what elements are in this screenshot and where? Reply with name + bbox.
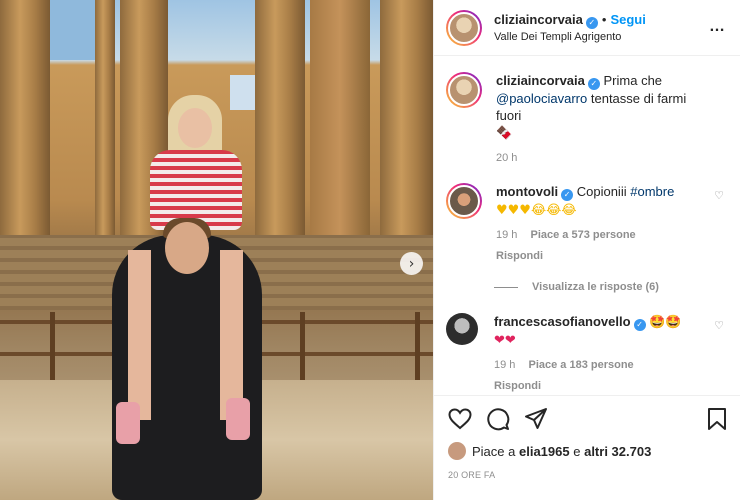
- person-face: [178, 108, 212, 148]
- next-photo-button[interactable]: ›: [400, 252, 423, 275]
- photo-sky-gap: [230, 75, 258, 110]
- like-comment-heart-icon[interactable]: ♡: [714, 189, 724, 202]
- caption: cliziaincorvaia ✓ Prima che @paolociavarr…: [446, 72, 728, 167]
- post-header: cliziaincorvaia ✓ • Segui Valle Dei Templi …: [434, 0, 740, 56]
- caption-username[interactable]: cliziaincorvaia: [496, 73, 585, 88]
- likes-prefix: Piace a: [472, 443, 516, 459]
- liker-username[interactable]: elia1965: [519, 444, 570, 459]
- separator-dot: •: [601, 12, 607, 27]
- likes-summary[interactable]: Piace a elia1965 e altri 32.703: [448, 442, 727, 460]
- temple-column: [255, 0, 305, 245]
- photo-sky: [50, 0, 95, 60]
- comment-username[interactable]: francescasofianovello: [494, 314, 631, 329]
- follow-button[interactable]: Segui: [610, 12, 645, 27]
- verified-badge-icon: ✓: [561, 189, 574, 201]
- more-options-icon[interactable]: …: [709, 18, 726, 36]
- person-legs: [128, 250, 243, 420]
- red-heart-emoji-icon: ❤❤: [494, 333, 516, 348]
- caption-time: 20 h: [496, 152, 518, 164]
- post-actions: Piace a elia1965 e altri 32.703 20 ORE F…: [434, 395, 740, 488]
- reply-button[interactable]: Rispondi: [496, 248, 696, 265]
- share-paper-plane-icon[interactable]: [524, 407, 548, 431]
- verified-badge-icon: ✓: [633, 319, 646, 331]
- show-replies-label: Visualizza le risposte (6): [532, 281, 659, 293]
- likes-middle: e: [573, 443, 581, 459]
- temple-column: [95, 0, 115, 245]
- author-username[interactable]: cliziaincorvaia: [494, 12, 583, 27]
- comment: francescasofianovello ✓ 🤩🤩 ❤❤ 19 h Piace …: [446, 313, 728, 395]
- like-comment-heart-icon[interactable]: ♡: [714, 319, 724, 332]
- pink-shoe: [116, 402, 140, 444]
- person-face-2: [165, 222, 209, 274]
- comment-hashtag[interactable]: #ombre: [630, 184, 674, 199]
- post-location[interactable]: Valle Dei Templi Agrigento: [494, 31, 646, 43]
- replies-line: [494, 286, 518, 288]
- chevron-right-icon: ›: [408, 255, 415, 272]
- caption-mention[interactable]: @paolociavarro: [496, 91, 587, 106]
- temple-column: [0, 0, 50, 245]
- temple-column: [380, 0, 433, 245]
- reply-button[interactable]: Rispondi: [494, 378, 694, 395]
- commenter-avatar[interactable]: [446, 183, 482, 219]
- comment-emojis: ♥♥♥😂😂😂: [496, 203, 577, 218]
- pink-shoe: [226, 398, 250, 440]
- likes-others[interactable]: altri 32.703: [584, 444, 651, 459]
- liker-avatar: [448, 442, 466, 460]
- post-photo[interactable]: ›: [0, 0, 433, 500]
- comment-likes[interactable]: Piace a 573 persone: [530, 229, 635, 241]
- star-struck-emoji-icon: 🤩🤩: [649, 315, 682, 330]
- comment-likes[interactable]: Piace a 183 persone: [528, 359, 633, 371]
- chocolate-emoji-icon: 🍫: [496, 126, 513, 141]
- comment-time: 19 h: [494, 359, 516, 371]
- like-heart-icon[interactable]: [448, 408, 472, 430]
- author-avatar[interactable]: [446, 72, 482, 108]
- comment-bubble-icon[interactable]: [486, 407, 510, 431]
- comment-text: Copioniii: [576, 184, 627, 199]
- author-avatar[interactable]: [446, 9, 482, 46]
- caption-text: Prima che: [603, 73, 663, 88]
- comment: montovoli ✓ Copioniii #ombre ♥♥♥😂😂😂 19 h …: [446, 183, 728, 265]
- comment-username[interactable]: montovoli: [496, 184, 558, 199]
- verified-badge-icon: ✓: [585, 17, 598, 29]
- verified-badge-icon: ✓: [587, 78, 600, 90]
- comment-time: 19 h: [496, 229, 518, 241]
- show-replies-button[interactable]: Visualizza le risposte (6): [494, 281, 728, 293]
- comments-list: cliziaincorvaia ✓ Prima che @paolociavarr…: [434, 56, 740, 396]
- posted-time: 20 ORE FA: [448, 470, 496, 480]
- save-bookmark-icon[interactable]: [707, 407, 727, 431]
- temple-wall: [310, 0, 370, 245]
- post-details-panel: cliziaincorvaia ✓ • Segui Valle Dei Templi …: [433, 0, 740, 500]
- commenter-avatar[interactable]: [446, 313, 478, 345]
